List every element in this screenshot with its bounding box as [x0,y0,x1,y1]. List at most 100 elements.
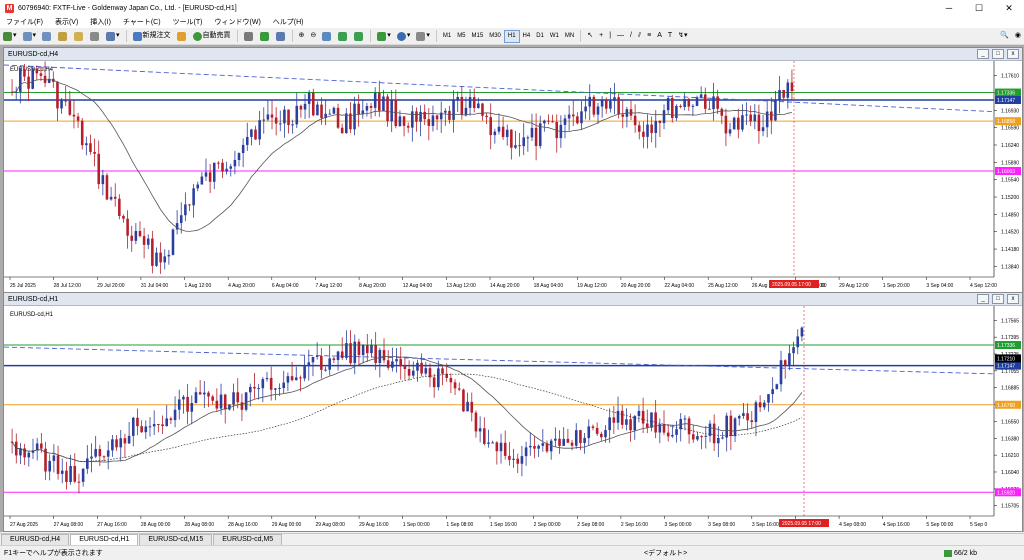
time-tick-label: 7 Aug 12:00 [315,283,342,289]
chart-maximize-button[interactable]: □ [992,49,1004,59]
tab-eurusd-h1[interactable]: EURUSD-cd,H1 [70,534,139,545]
price-tick-label: 1.14180 [1001,247,1019,253]
chart-maximize-button[interactable]: □ [992,294,1004,304]
candle-body [470,401,474,413]
templates-button[interactable]: ▾ [414,30,432,42]
candlestick-button[interactable] [258,30,272,42]
candle-body [157,423,160,425]
market-watch-button[interactable] [40,30,54,42]
navigator-button[interactable] [72,30,86,42]
cursor-tool-button[interactable]: ↖ [585,30,595,42]
zoom-out-button[interactable]: ⊖ [308,30,318,42]
timeframe-h4-button[interactable]: H4 [520,31,534,42]
maximize-button[interactable]: ☐ [964,0,994,16]
profiles-button[interactable]: ▾ [21,30,39,42]
candle-body [215,400,219,409]
price-chart-h1[interactable]: EURUSD-cd,H11.175651.173951.172251.17055… [4,306,1022,530]
candle-body [778,90,781,100]
vertical-line-tool-button[interactable]: | [607,30,613,42]
chart-minimize-button[interactable]: _ [977,294,989,304]
tester-button[interactable]: ▾ [104,30,122,42]
chart-close-button[interactable]: x [1007,294,1019,304]
candle-body [102,456,106,458]
menu-charts[interactable]: チャート(C) [117,17,167,27]
candle-body [142,236,146,245]
tab-eurusd-m5[interactable]: EURUSD-cd,M5 [213,534,283,545]
trendline-tool-button[interactable]: / [628,30,634,42]
timeframe-m5-button[interactable]: M5 [454,31,468,42]
terminal-button[interactable] [88,30,102,42]
timeframe-m15-button[interactable]: M15 [469,31,487,42]
candle-body [232,392,235,405]
timeframe-d1-button[interactable]: D1 [533,31,547,42]
tile-windows-button[interactable] [320,30,334,42]
time-tick-label: 4 Sep 12:00 [970,283,997,289]
chart-shift-button[interactable] [352,30,366,42]
community-icon[interactable]: ◉ [1013,30,1023,42]
metaeditor-button[interactable] [175,30,189,42]
candle-body [512,458,515,460]
crosshair-tool-button[interactable]: + [597,30,605,42]
candle-body [604,430,607,438]
price-tick-label: 1.16240 [1001,143,1019,149]
candle-body [746,413,749,421]
horizontal-line-tool-button[interactable]: — [615,30,626,42]
templates-icon [416,31,426,41]
candle-body [518,145,521,147]
candle-body [554,438,557,441]
orange-price-tag-label: 1.16760 [997,403,1015,409]
line-chart-button[interactable] [274,30,288,42]
timeframe-m30-button[interactable]: M30 [486,31,504,42]
timeframe-h1-button[interactable]: H1 [503,29,520,43]
candle-body [700,436,703,438]
menu-view[interactable]: 表示(V) [49,17,84,27]
search-icon[interactable]: 🔍 [998,30,1011,42]
label-tool-button[interactable]: T [666,30,674,42]
candle-body [221,162,224,172]
menu-file[interactable]: ファイル(F) [0,17,49,27]
candle-body [406,125,410,128]
candle-body [198,392,202,395]
auto-trading-button[interactable]: 自動売買 [191,30,233,42]
close-button[interactable]: ✕ [994,0,1024,16]
price-chart-h4[interactable]: EURUSD-cd,H41.176101.172801.169301.16590… [4,61,1022,291]
candle-body [196,184,200,189]
candle-body [40,443,43,449]
candle-body [64,100,67,102]
indicators-button[interactable]: ▾ [375,30,393,42]
candle-body [757,114,761,132]
candle-body [265,377,269,380]
time-tick-label: 14 Aug 20:00 [490,283,520,289]
tab-eurusd-h4[interactable]: EURUSD-cd,H4 [1,534,70,545]
menu-tools[interactable]: ツール(T) [167,17,209,27]
auto-scroll-button[interactable] [336,30,350,42]
time-tick-label: 29 Aug 16:00 [359,522,389,528]
tab-eurusd-m15[interactable]: EURUSD-cd,M15 [139,534,213,545]
periods-button[interactable]: ▾ [395,30,413,42]
chart-window-h4[interactable]: EURUSD-cd,H4 _ □ x EURUSD-cd,H4 1.17610 1.… [3,47,1023,293]
fibonacci-tool-button[interactable]: ≡ [645,30,653,42]
menu-help[interactable]: ヘルプ(H) [267,17,310,27]
chart-close-button[interactable]: x [1007,49,1019,59]
new-order-button[interactable]: 新規注文 [131,30,173,42]
text-tool-button[interactable]: A [655,30,664,42]
chart-window-title: EURUSD-cd,H4 _ □ x [4,48,1022,61]
chart-window-h1[interactable]: EURUSD-cd,H1 _ □ x EURUSD-cd,H1 1.17565 1.… [3,292,1023,532]
timeframe-w1-button[interactable]: W1 [547,31,562,42]
chart-minimize-button[interactable]: _ [977,49,989,59]
minimize-button[interactable]: ─ [934,0,964,16]
data-window-button[interactable] [56,30,70,42]
menu-insert[interactable]: 挿入(I) [84,17,117,27]
candle-body [134,231,138,241]
green-price-tag-label: 1.17336 [997,343,1015,349]
timeframe-m1-button[interactable]: M1 [440,31,454,42]
menu-window[interactable]: ウィンドウ(W) [209,17,267,27]
arrows-tool-button[interactable]: ↯▾ [676,30,689,42]
candle-body [441,368,444,374]
bar-chart-button[interactable] [242,30,256,42]
timeframe-mn-button[interactable]: MN [562,31,577,42]
new-chart-button[interactable]: ▾ [1,30,19,42]
candle-body [775,384,779,390]
channel-tool-button[interactable]: ⫽ [636,30,643,42]
zoom-in-button[interactable]: ⊕ [297,30,307,42]
